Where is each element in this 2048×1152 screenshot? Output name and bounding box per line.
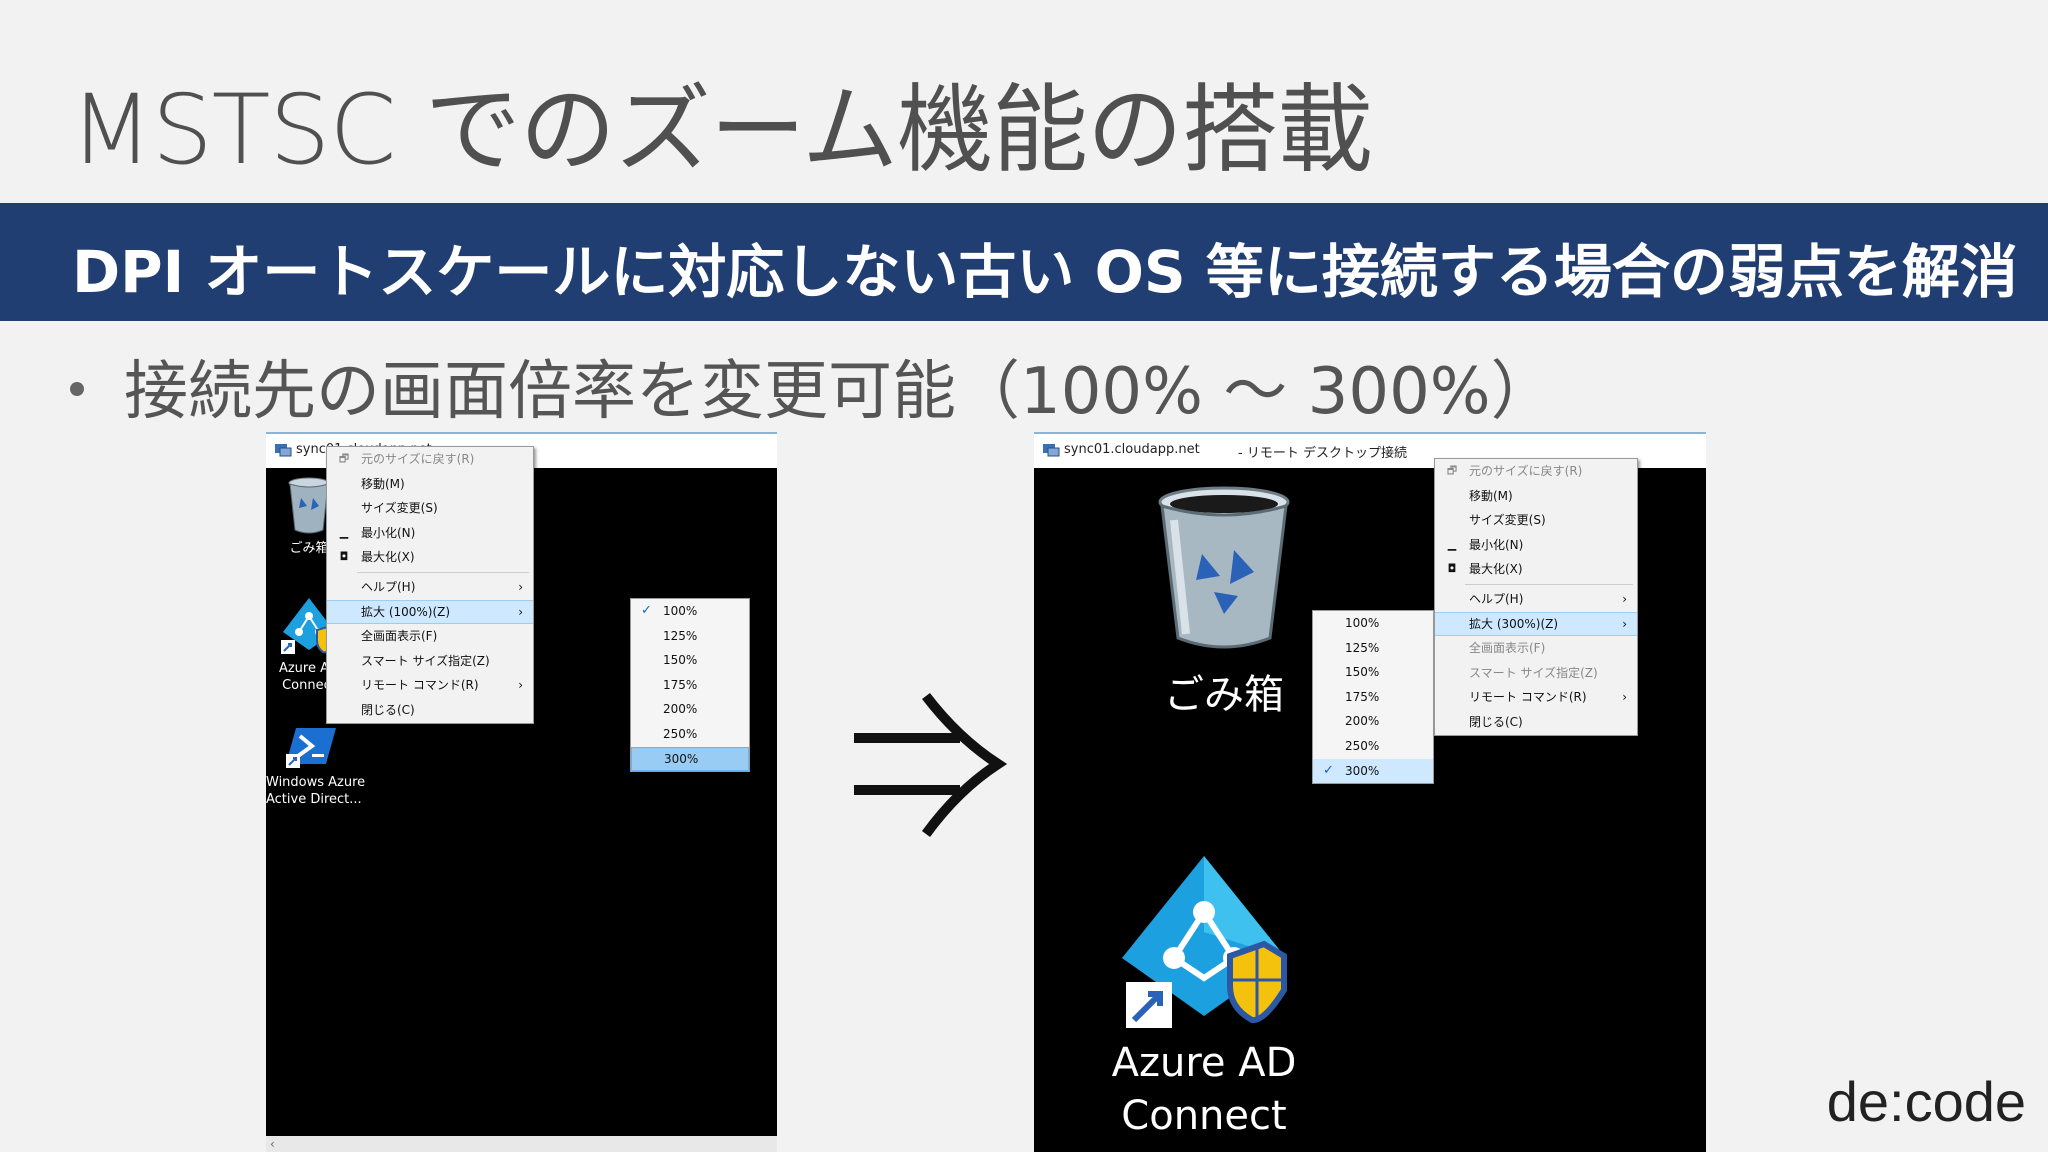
chevron-right-icon: › [1622,591,1627,606]
menu-item-help[interactable]: ヘルプ(H) › [327,575,533,600]
zoom-option-175[interactable]: 175% [1313,685,1433,710]
chevron-right-icon: › [518,678,523,693]
system-menu: 🗗 元のサイズに戻す(R) 移動(M) サイズ変更(S) ▁ 最小化(N) ◘ 最大化… [326,446,534,724]
banner-text: DPI オートスケールに対応しない古い OS 等に接続する場合の弱点を解消 [72,238,2018,306]
zoom-option-150[interactable]: 150% [631,648,749,673]
bullet-text: 接続先の画面倍率を変更可能（100% ～ 300%） [124,355,1555,429]
minimize-icon: ▁ [339,525,349,539]
menu-item-help[interactable]: ヘルプ(H) › [1435,587,1637,612]
zoom-option-250[interactable]: 250% [1313,734,1433,759]
transition-arrow-icon [854,692,1008,837]
menu-separator [357,571,529,573]
chevron-right-icon: › [1622,690,1627,705]
recycle-bin-icon [1158,486,1290,649]
menu-item-zoom[interactable]: 拡大 (300%)(Z) › [1435,611,1637,637]
menu-item-close[interactable]: 閉じる(C) [327,698,533,723]
menu-item-resize[interactable]: サイズ変更(S) [1435,508,1637,533]
minimize-icon: ▁ [1447,537,1457,551]
zoom-option-125[interactable]: 125% [1313,636,1433,661]
desktop-windows-azure-ad[interactable]: Windows Azure Active Direct... [266,724,366,808]
menu-item-smart-size[interactable]: スマート サイズ指定(Z) [1435,661,1637,686]
slide-title: MSTSC でのズーム機能の搭載 [70,74,1373,186]
menu-item-maximize[interactable]: ◘ 最大化(X) [1435,557,1637,582]
zoom-option-200[interactable]: 200% [631,697,749,722]
remote-desktop-window-100: sync01.cloudapp.net ごみ箱 Azure AD Connect [266,432,777,1152]
menu-item-remote-command[interactable]: リモート コマンド(R) › [1435,685,1637,710]
menu-item-minimize[interactable]: ▁ 最小化(N) [1435,533,1637,558]
menu-separator [1465,583,1633,585]
menu-item-restore[interactable]: 🗗 元のサイズに戻す(R) [327,447,533,472]
menu-item-minimize[interactable]: ▁ 最小化(N) [327,521,533,546]
zoom-option-200[interactable]: 200% [1313,709,1433,734]
zoom-option-100[interactable]: ✓ 100% [631,599,749,624]
menu-item-restore[interactable]: 🗗 元のサイズに戻す(R) [1435,459,1637,484]
azure-ad-connect-icon [1122,856,1287,1028]
menu-item-move[interactable]: 移動(M) [1435,484,1637,509]
zoom-option-125[interactable]: 125% [631,624,749,649]
zoom-option-250[interactable]: 250% [631,722,749,747]
subtitle-banner: DPI オートスケールに対応しない古い OS 等に接続する場合の弱点を解消 [0,203,2048,321]
checkmark-icon: ✓ [641,603,652,618]
system-menu: 🗗 元のサイズに戻す(R) 移動(M) サイズ変更(S) ▁ 最小化(N) ◘ 最大化… [1434,458,1638,736]
window-title-suffix: - リモート デスクトップ接続 [1238,446,1407,461]
menu-item-close[interactable]: 閉じる(C) [1435,710,1637,735]
remote-desktop-window-300: sync01.cloudapp.net - リモート デスクトップ接続 ごみ箱 … [1034,432,1706,1152]
menu-item-move[interactable]: 移動(M) [327,472,533,497]
menu-item-maximize[interactable]: ◘ 最大化(X) [327,545,533,570]
zoom-option-300[interactable]: ✓ 300% [1313,758,1433,784]
menu-item-fullscreen[interactable]: 全画面表示(F) [327,624,533,649]
chevron-right-icon: › [518,579,523,594]
restore-icon: 🗗 [1446,464,1458,477]
zoom-submenu: ✓ 100% 125% 150% 175% 200% 250% 300% [630,598,750,773]
zoom-submenu: 100% 125% 150% 175% 200% 250% ✓ 300% [1312,610,1434,785]
window-title-host: sync01.cloudapp.net [1064,442,1200,457]
windows-azure-label-2: Active Direct... [266,792,362,807]
chevron-right-icon: › [1622,616,1627,631]
maximize-icon: ◘ [1447,562,1457,576]
windows-azure-label-1: Windows Azure [266,775,366,790]
scroll-left-arrow-icon[interactable]: ‹ [270,1136,275,1152]
menu-item-smart-size[interactable]: スマート サイズ指定(Z) [327,649,533,674]
menu-item-fullscreen[interactable]: 全画面表示(F) [1435,636,1637,661]
recycle-bin-label: ごみ箱 [1164,672,1284,718]
zoom-option-100[interactable]: 100% [1313,611,1433,636]
zoom-option-150[interactable]: 150% [1313,660,1433,685]
menu-item-zoom[interactable]: 拡大 (100%)(Z) › [327,599,533,625]
remote-desktop-icon [1043,444,1060,457]
remote-desktop-icon [275,444,292,457]
menu-item-resize[interactable]: サイズ変更(S) [327,496,533,521]
menu-item-remote-command[interactable]: リモート コマンド(R) › [327,673,533,698]
zoom-option-300[interactable]: 300% [631,746,749,772]
maximize-icon: ◘ [339,550,349,564]
azure-ad-label-1: Azure AD [1111,1040,1297,1086]
desktop-azure-ad-connect[interactable]: Azure AD Connect [1094,852,1314,1142]
bullet-dot [70,382,84,397]
bullet-point: 接続先の画面倍率を変更可能（100% ～ 300%） [70,340,1555,432]
horizontal-scrollbar[interactable]: ‹ [266,1136,777,1152]
restore-icon: 🗗 [338,452,350,465]
decode-logo: de:code [1826,1070,2026,1133]
powershell-icon [286,728,336,768]
azure-ad-label-2: Connect [1121,1093,1287,1139]
checkmark-icon: ✓ [1323,762,1334,778]
chevron-right-icon: › [518,604,523,619]
zoom-option-175[interactable]: 175% [631,673,749,698]
desktop-recycle-bin[interactable]: ごみ箱 [1134,484,1314,720]
